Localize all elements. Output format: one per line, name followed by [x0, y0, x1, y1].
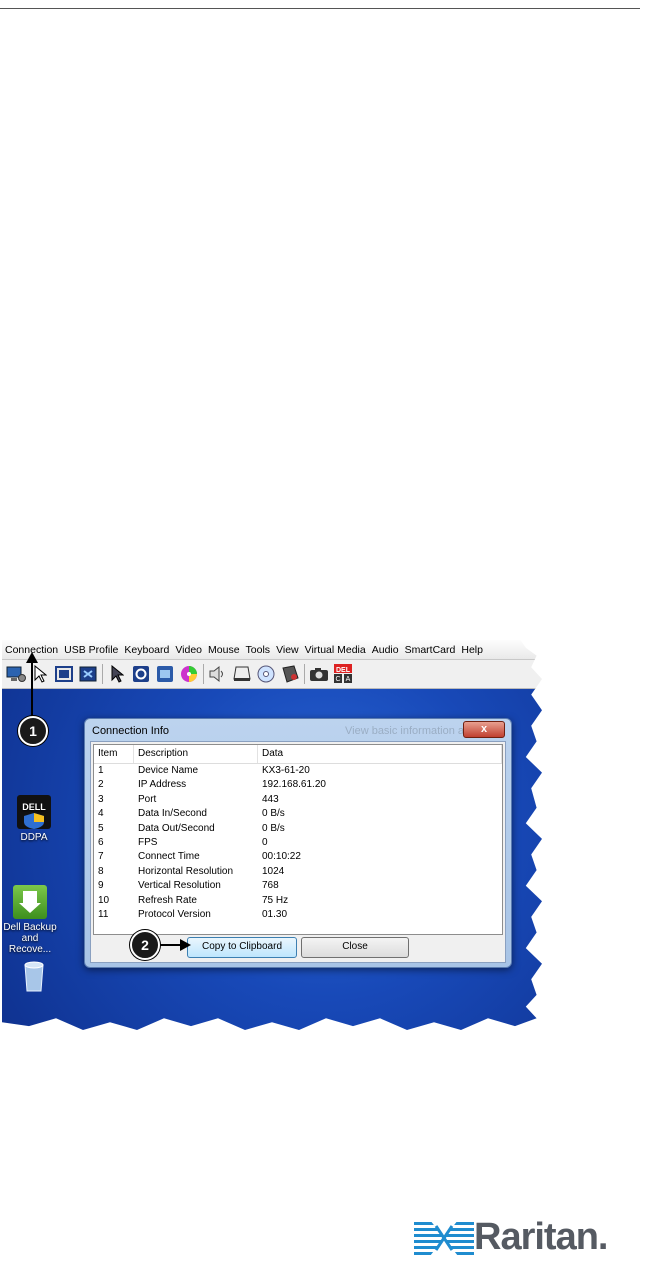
dell-app-icon: DELL — [17, 795, 51, 829]
column-header-description[interactable]: Description — [134, 745, 258, 763]
svg-text:A: A — [346, 676, 351, 683]
callout-1-arrow — [31, 660, 33, 718]
pointer-icon[interactable] — [30, 664, 50, 684]
video-settings-icon[interactable] — [155, 664, 175, 684]
connection-info-table: Item Description Data 1 Device Name KX3-61… — [93, 744, 503, 935]
menu-usb-profile[interactable]: USB Profile — [61, 644, 121, 656]
callout-badge-2: 2 — [130, 930, 160, 960]
svg-text:DEL: DEL — [336, 667, 351, 674]
connection-properties-icon[interactable] — [6, 664, 26, 684]
raritan-logo: Raritan. — [414, 1216, 608, 1259]
dialog-title: Connection Info — [92, 725, 170, 737]
table-row[interactable]: 5 Data Out/Second 0 B/s — [94, 822, 502, 836]
close-icon[interactable]: x — [463, 721, 505, 738]
menu-tools[interactable]: Tools — [243, 644, 274, 656]
toolbar-separator — [203, 664, 204, 684]
logo-wordmark: Raritan. — [474, 1216, 608, 1258]
menu-smartcard[interactable]: SmartCard — [402, 644, 459, 656]
svg-text:C: C — [335, 676, 340, 683]
table-row[interactable]: 7 Connect Time 00:10:22 — [94, 850, 502, 864]
menu-help[interactable]: Help — [458, 644, 486, 656]
table-header: Item Description Data — [94, 745, 502, 764]
ctrl-alt-del-icon[interactable]: DEL C A — [333, 664, 353, 684]
menu-mouse[interactable]: Mouse — [205, 644, 243, 656]
table-row[interactable]: 2 IP Address 192.168.61.20 — [94, 778, 502, 792]
backup-app-icon — [13, 885, 47, 919]
table-row[interactable]: 4 Data In/Second 0 B/s — [94, 807, 502, 821]
callout-badge-1: 1 — [18, 716, 48, 746]
column-header-item[interactable]: Item — [94, 745, 134, 763]
svg-text:DELL: DELL — [22, 802, 46, 812]
desktop-icon-dell-backup[interactable]: Dell Backup and Recove... — [2, 885, 60, 955]
table-row[interactable]: 6 FPS 0 — [94, 836, 502, 850]
refresh-icon[interactable] — [131, 664, 151, 684]
menu-virtual-media[interactable]: Virtual Media — [302, 644, 369, 656]
table-row[interactable]: 9 Vertical Resolution 768 — [94, 879, 502, 893]
table-row[interactable]: 10 Refresh Rate 75 Hz — [94, 894, 502, 908]
screenshot-icon[interactable] — [309, 664, 329, 684]
color-calibration-icon[interactable] — [179, 664, 199, 684]
arrow-head-up-icon — [26, 652, 38, 663]
desktop-icon-recycle-bin[interactable] — [4, 959, 64, 996]
desktop-icon-label: Dell Backup — [3, 922, 57, 933]
table-row[interactable]: 11 Protocol Version 01.30 — [94, 908, 502, 922]
desktop-icon-label: DDPA — [20, 832, 48, 843]
column-header-data[interactable]: Data — [258, 745, 502, 763]
menu-video[interactable]: Video — [172, 644, 205, 656]
recycle-bin-icon — [17, 959, 51, 993]
table-row[interactable]: 8 Horizontal Resolution 1024 — [94, 865, 502, 879]
close-button[interactable]: Close — [301, 937, 409, 958]
menu-bar: Connection USB Profile Keyboard Video Mo… — [2, 640, 542, 660]
auto-sense-icon[interactable] — [78, 664, 98, 684]
toolbar: DEL C A — [2, 660, 542, 689]
toolbar-separator — [102, 664, 103, 684]
arrow-head-right-icon — [180, 939, 191, 951]
toolbar-separator — [304, 664, 305, 684]
menu-audio[interactable]: Audio — [369, 644, 402, 656]
audio-icon[interactable] — [208, 664, 228, 684]
table-row[interactable]: 3 Port 443 — [94, 793, 502, 807]
raritan-emblem-icon — [414, 1219, 474, 1256]
desktop-icon-ddpa[interactable]: DELL DDPA — [4, 795, 64, 843]
menu-view[interactable]: View — [273, 644, 302, 656]
desktop-icon-label: and Recove... — [8, 933, 52, 955]
smartcard-icon[interactable] — [280, 664, 300, 684]
dialog-body: Item Description Data 1 Device Name KX3-61… — [90, 741, 506, 963]
full-screen-icon[interactable] — [54, 664, 74, 684]
virtual-drive-icon[interactable] — [232, 664, 252, 684]
table-row[interactable]: 1 Device Name KX3-61-20 — [94, 764, 502, 778]
copy-to-clipboard-button[interactable]: Copy to Clipboard — [187, 937, 297, 958]
single-cursor-icon[interactable] — [107, 664, 127, 684]
cd-rom-icon[interactable] — [256, 664, 276, 684]
menu-keyboard[interactable]: Keyboard — [121, 644, 172, 656]
page-header-rule — [0, 8, 640, 9]
